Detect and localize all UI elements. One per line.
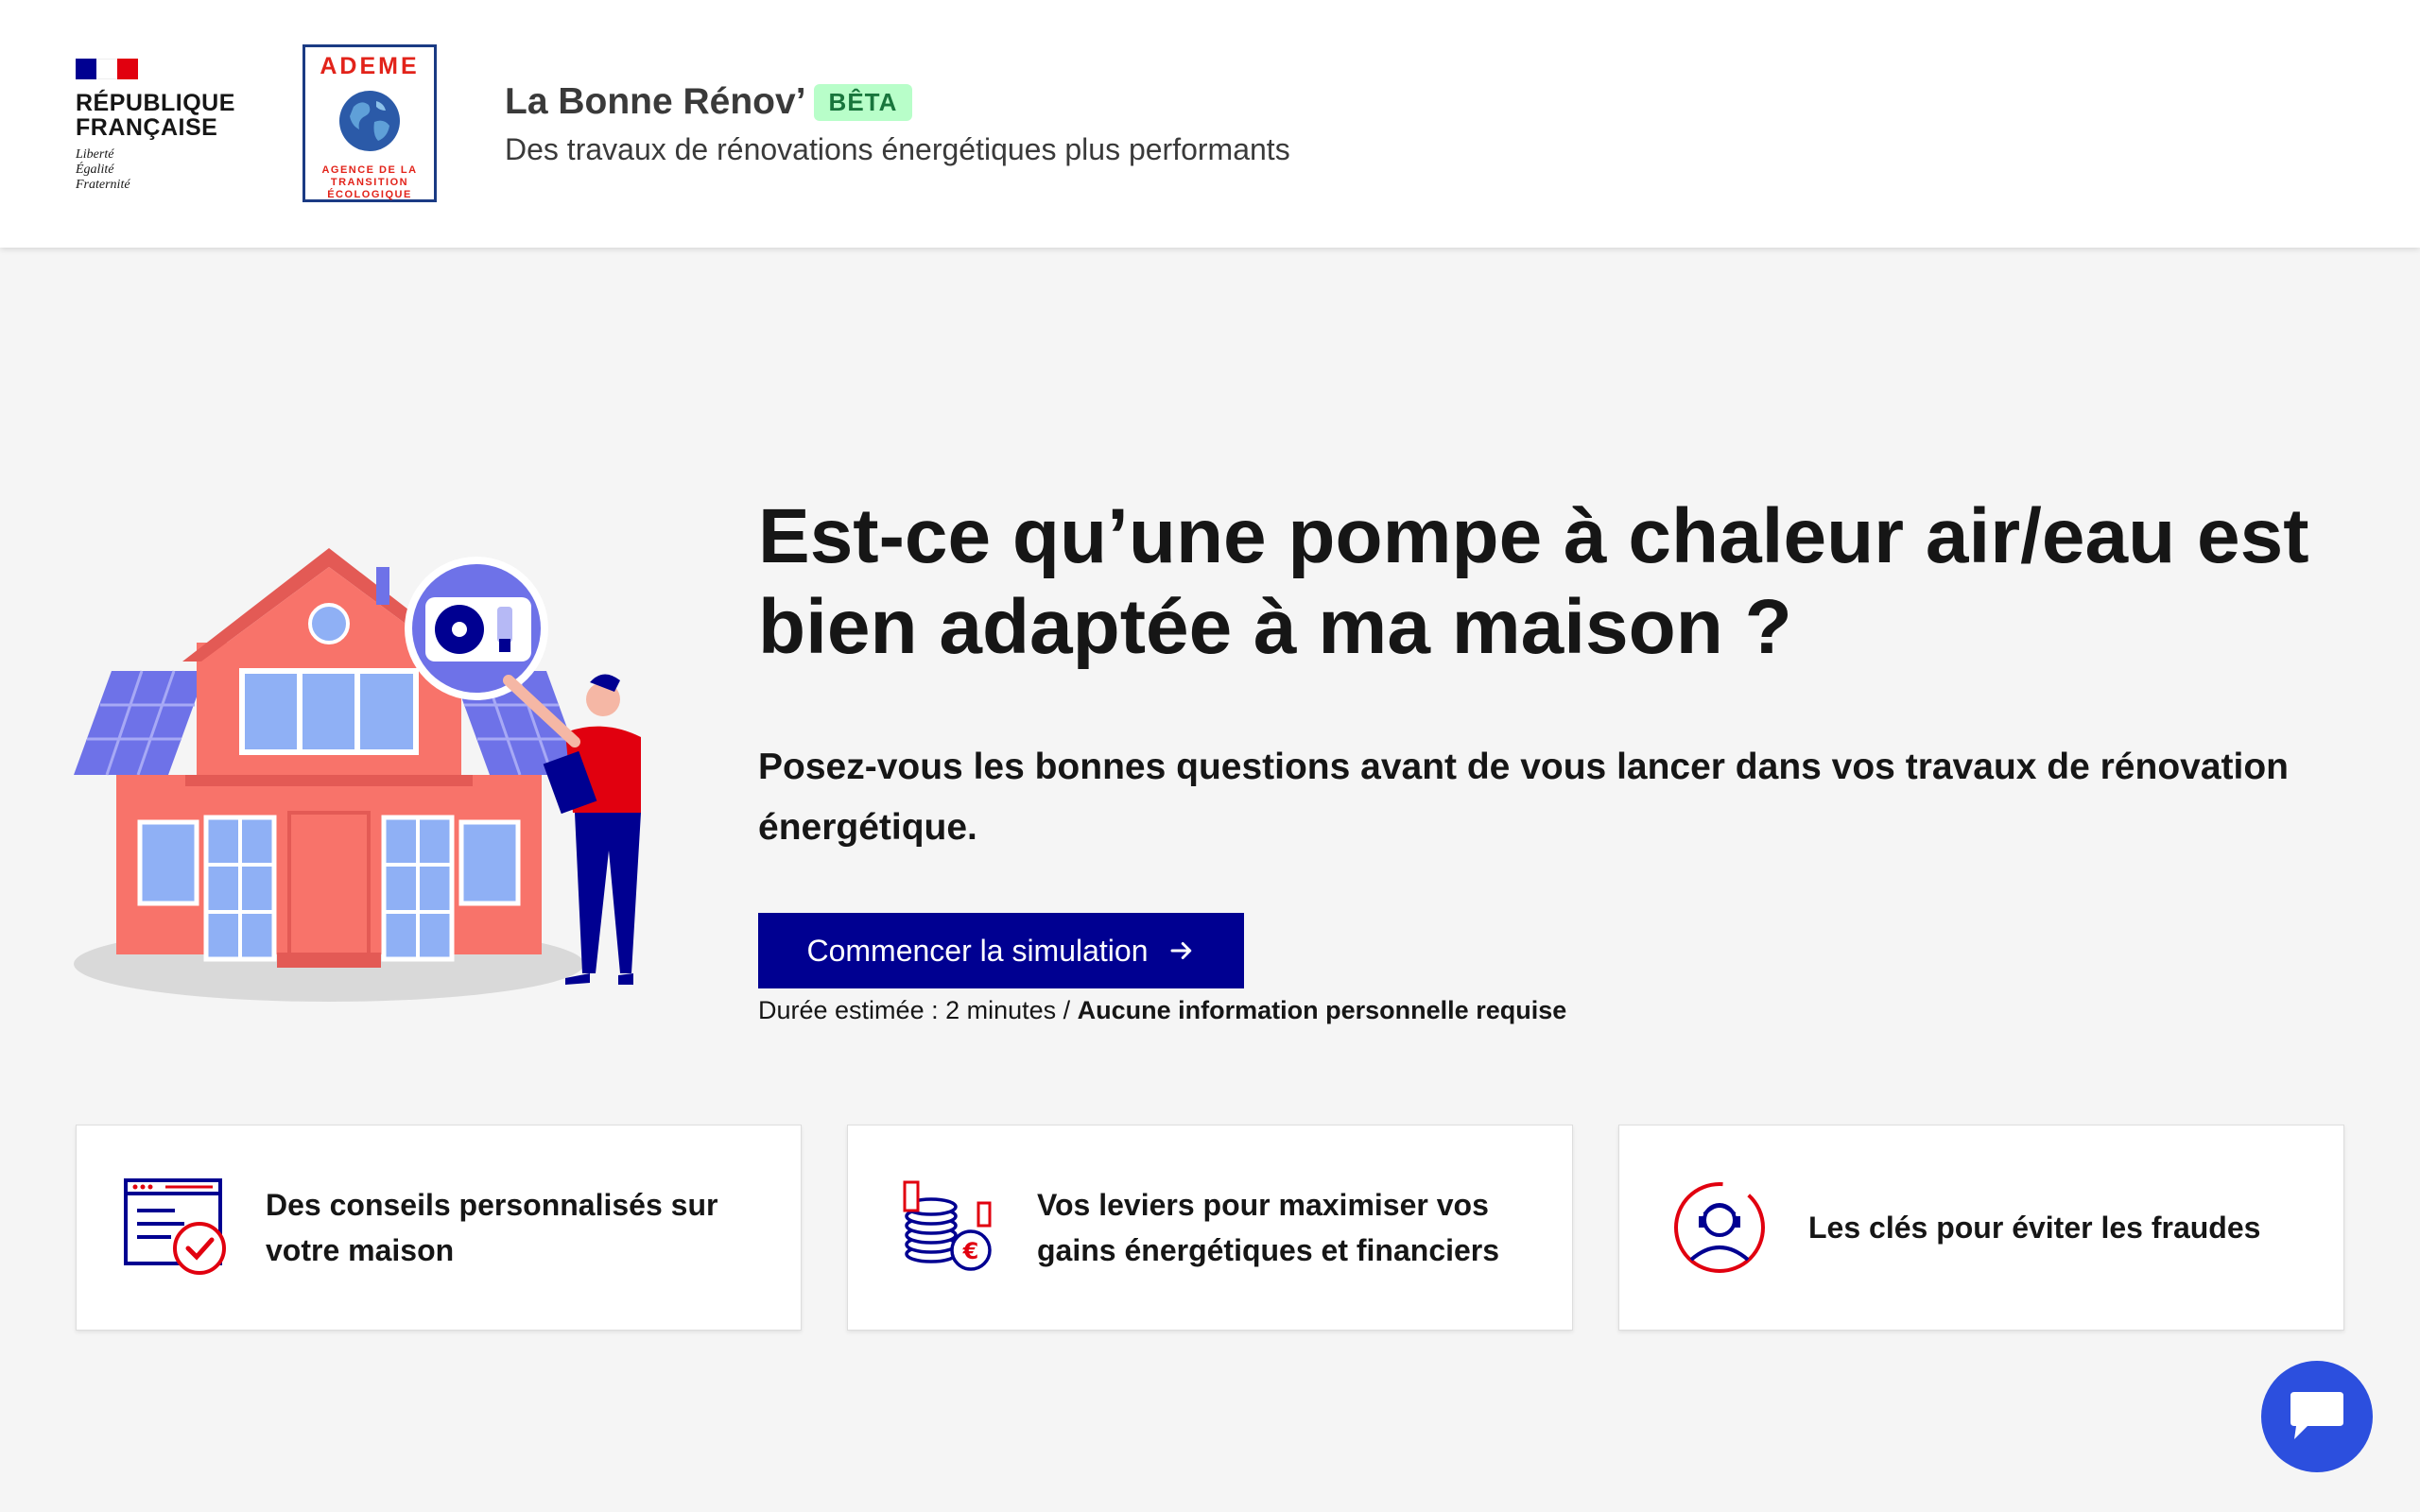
republique-francaise-logo[interactable]: RÉPUBLIQUE FRANÇAISE Liberté Égalité Fra… <box>76 59 246 200</box>
hero-subtitle: Posez-vous les bonnes questions avant de… <box>758 747 2289 848</box>
chat-button[interactable] <box>2261 1361 2373 1472</box>
site-header: RÉPUBLIQUE FRANÇAISE Liberté Égalité Fra… <box>0 0 2420 248</box>
rf-motto: Liberté Égalité Fraternité <box>76 147 130 192</box>
start-simulation-button[interactable]: Commencer la simulation <box>758 913 1244 988</box>
chat-bubble-icon <box>2290 1392 2343 1439</box>
card-savings-text: Vos leviers pour maximiser vos gains éne… <box>1037 1188 1500 1267</box>
service-title[interactable]: La Bonne Rénov’ <box>505 81 806 123</box>
feature-card-fraud: Les clés pour éviter les fraudes <box>1618 1125 2344 1331</box>
french-flag-icon <box>76 59 138 79</box>
feature-card-advice: Des conseils personnalisés sur votre mai… <box>76 1125 802 1331</box>
beta-badge: BÊTA <box>813 83 913 121</box>
house-heat-pump-illustration <box>74 548 641 1002</box>
feature-card-savings: € Vos leviers pour maximiser vos gains é… <box>847 1125 1573 1331</box>
service-tagline: Des travaux de rénovations énergétiques … <box>505 132 1290 166</box>
service-identity[interactable]: La Bonne Rénov’ BÊTA Des travaux de réno… <box>505 81 1290 167</box>
start-simulation-label: Commencer la simulation <box>806 933 1149 968</box>
arrow-right-icon <box>1170 942 1191 959</box>
fraud-protection-icon <box>1674 1182 1765 1273</box>
ademe-subtitle: AGENCE DE LA TRANSITION ÉCOLOGIQUE <box>321 164 418 200</box>
duration-note: Durée estimée : 2 minutes / Aucune infor… <box>758 996 1566 1025</box>
ademe-logo[interactable]: ADEME AGENCE DE LA TRANSITION ÉCOLOGIQUE <box>302 44 437 202</box>
coins-euro-icon: € <box>903 1180 992 1271</box>
personalized-advice-icon <box>124 1178 226 1275</box>
card-advice-text: Des conseils personnalisés sur votre mai… <box>266 1188 718 1267</box>
card-fraud-text: Les clés pour éviter les fraudes <box>1808 1211 2261 1245</box>
duration-text: Durée estimée : 2 minutes / <box>758 996 1078 1024</box>
ademe-title: ADEME <box>320 53 420 79</box>
globe-icon <box>339 91 400 151</box>
hero-title: Est-ce qu’une pompe à chaleur air/eau es… <box>758 493 2309 670</box>
svg-text:€: € <box>962 1238 979 1264</box>
rf-name: RÉPUBLIQUE FRANÇAISE <box>76 90 235 141</box>
no-personal-info-text: Aucune information personnelle requise <box>1077 996 1567 1024</box>
